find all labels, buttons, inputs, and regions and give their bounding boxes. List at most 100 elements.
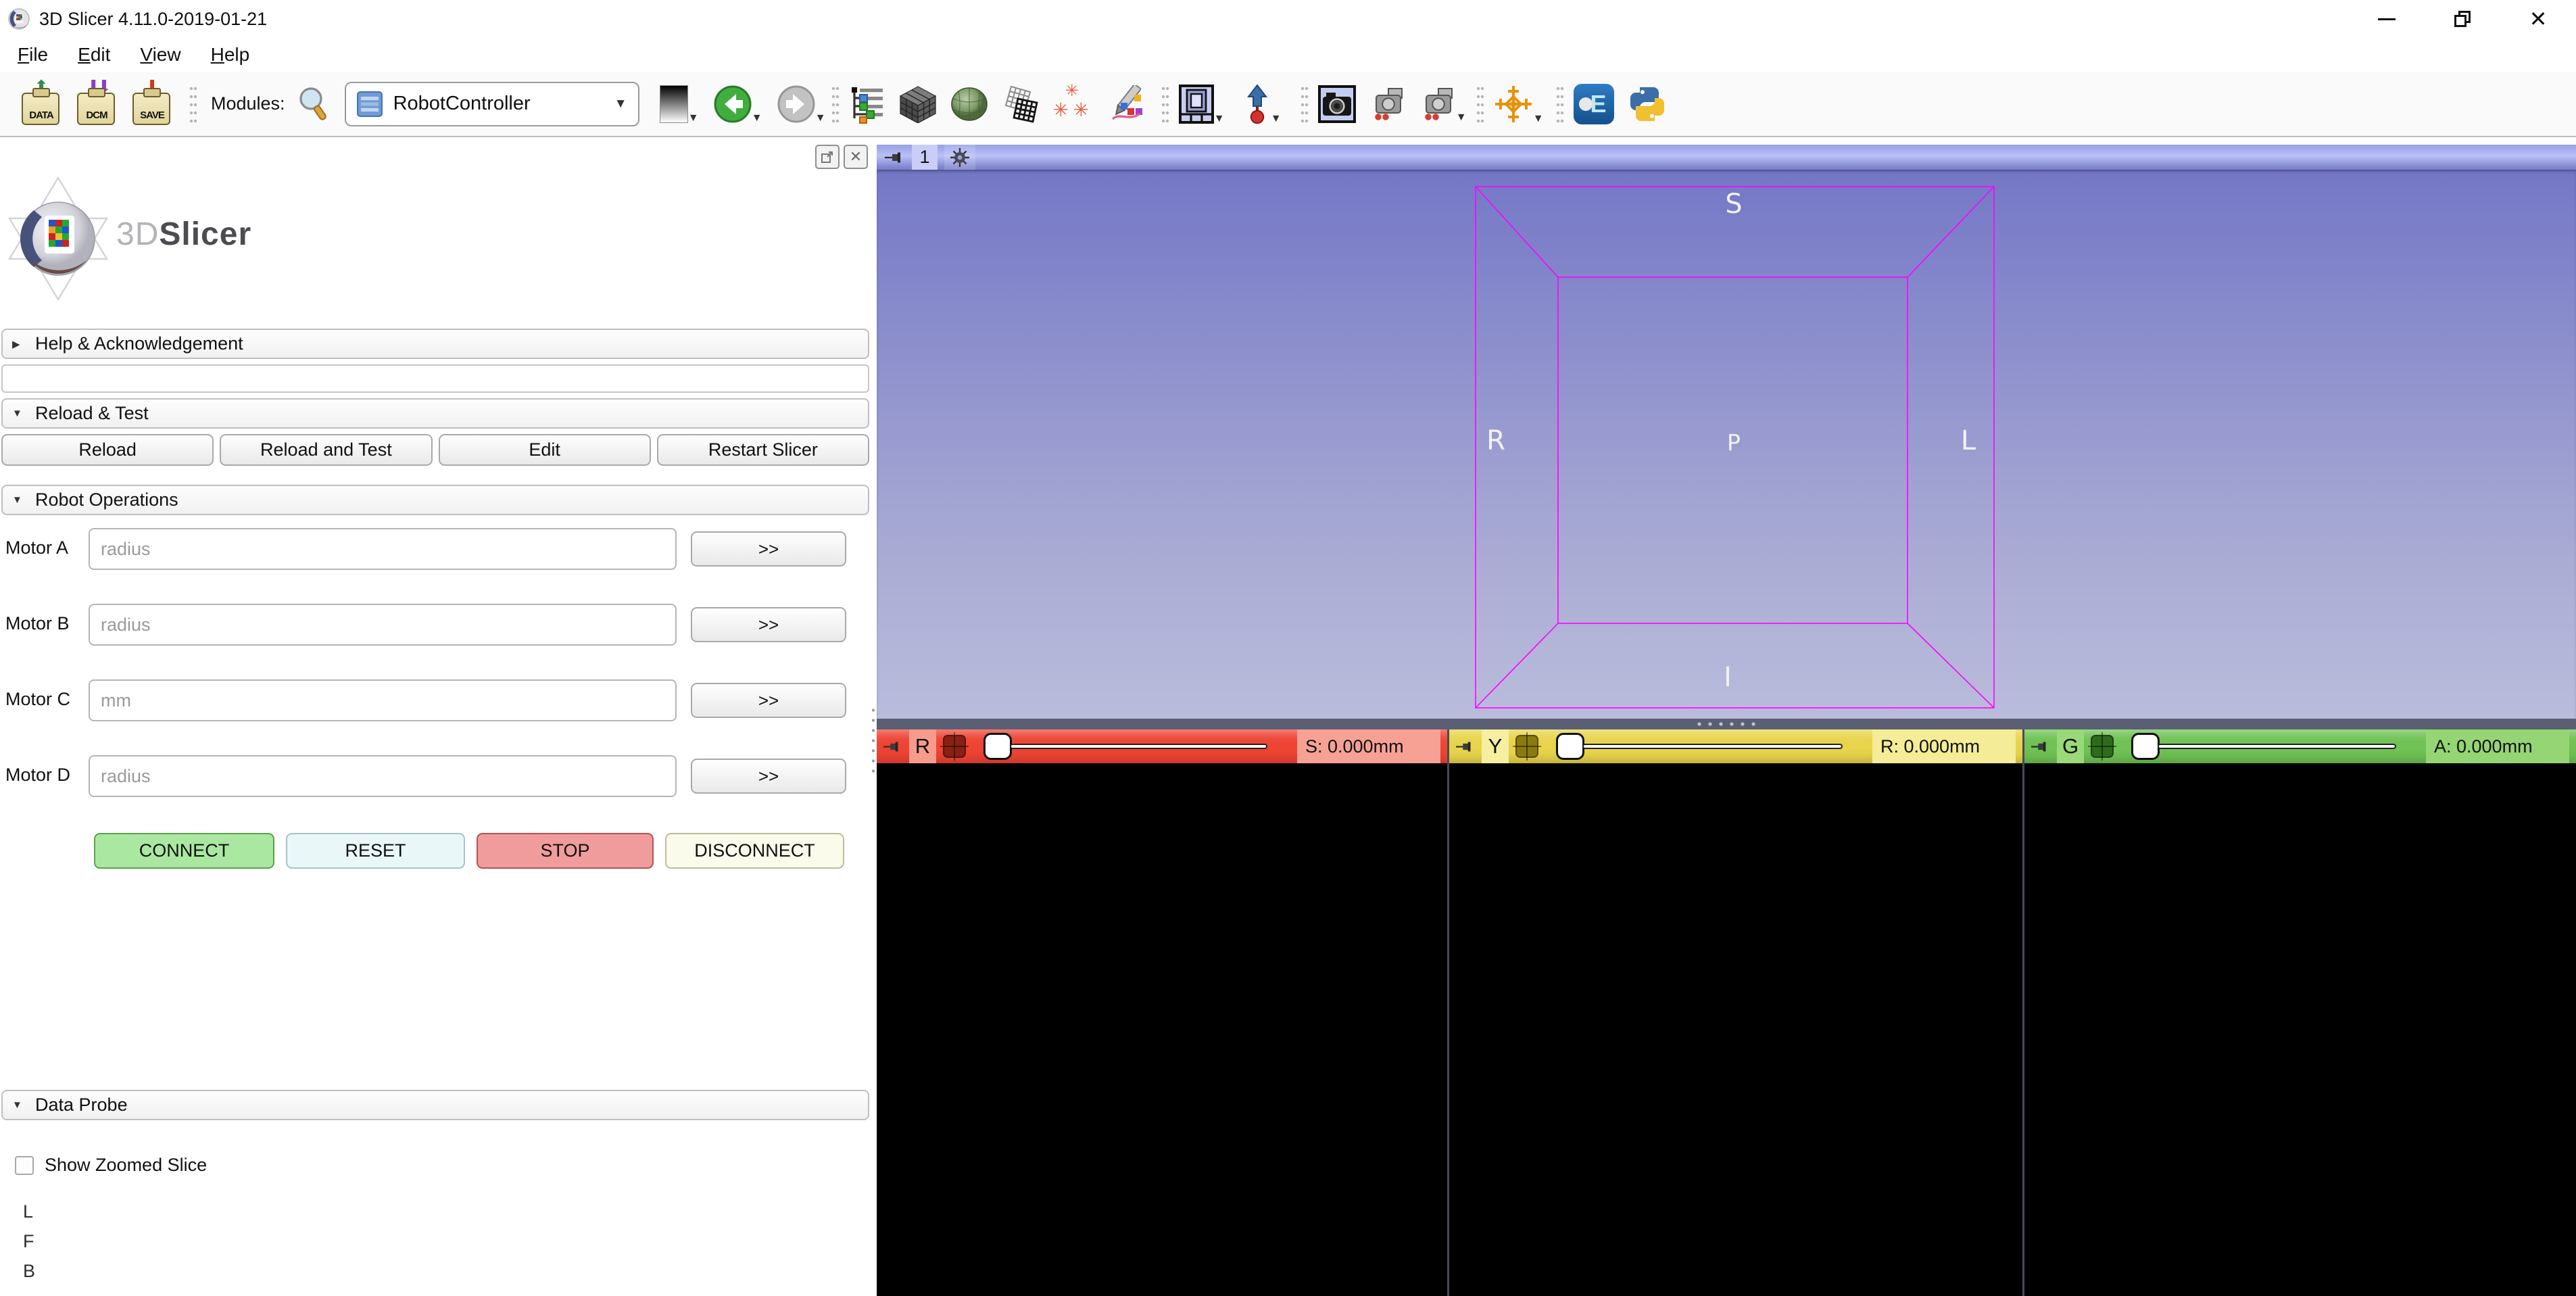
load-data-button[interactable]: ⬆ DATA xyxy=(20,82,62,126)
pin-icon[interactable] xyxy=(2031,741,2050,752)
slice-offset-slider-red[interactable] xyxy=(983,733,1290,760)
minimize-button[interactable] xyxy=(2349,0,2425,38)
toolbar-separator xyxy=(1476,83,1484,125)
motor-c-send-button[interactable]: >> xyxy=(691,683,846,718)
layout-selector-button[interactable]: ▼ xyxy=(1179,85,1214,124)
reload-and-test-button[interactable]: Reload and Test xyxy=(220,434,432,466)
subject-hierarchy-button[interactable] xyxy=(849,85,885,124)
panel-splitter[interactable] xyxy=(871,139,877,1296)
module-selector-value: RobotController xyxy=(393,93,531,115)
models-module-button[interactable] xyxy=(950,87,988,122)
transforms-module-button[interactable] xyxy=(1002,85,1040,123)
markups-module-button[interactable] xyxy=(1107,85,1145,123)
section-help-acknowledgement[interactable]: ▶ Help & Acknowledgement xyxy=(1,329,869,359)
view3d-options-button[interactable] xyxy=(944,145,975,170)
slicer-logo-text: 3DSlicer xyxy=(116,216,251,253)
screenshot-button[interactable] xyxy=(1318,85,1356,123)
module-search-button[interactable] xyxy=(296,85,331,123)
mouse-mode-button[interactable]: ▼ xyxy=(1244,85,1271,124)
motor-d-send-button[interactable]: >> xyxy=(691,759,846,794)
motor-b-send-button[interactable]: >> xyxy=(691,607,846,642)
section-reload-test[interactable]: ▼ Reload & Test xyxy=(1,398,869,429)
slider-track[interactable] xyxy=(1010,744,1267,749)
transforms-icon xyxy=(1002,85,1040,123)
collapse-open-icon: ▼ xyxy=(12,1099,35,1111)
view3d-header-bar: 1 xyxy=(877,145,2576,170)
slider-handle[interactable] xyxy=(983,733,1012,760)
module-back-button[interactable]: ▼ xyxy=(714,85,752,123)
close-button[interactable]: ✕ xyxy=(2500,0,2576,38)
motor-a-send-button[interactable]: >> xyxy=(691,531,846,567)
slice-visibility-icon[interactable] xyxy=(1515,735,1538,758)
collapse-open-icon: ▼ xyxy=(12,494,35,506)
extensions-manager-button[interactable]: E xyxy=(1574,84,1614,124)
menu-edit[interactable]: Edit xyxy=(78,44,110,66)
edit-button[interactable]: Edit xyxy=(439,434,651,466)
slice-visibility-icon[interactable] xyxy=(943,735,966,758)
slider-track[interactable] xyxy=(2158,744,2396,749)
slice-view-green: G A: 0.000mm xyxy=(2022,729,2576,1296)
menu-help[interactable]: Help xyxy=(211,44,250,66)
motor-a-row: Motor A >> xyxy=(0,528,871,570)
show-zoomed-slice-row: Show Zoomed Slice xyxy=(15,1155,207,1176)
slider-handle[interactable] xyxy=(1556,733,1584,760)
view3d-viewport[interactable]: S R P L I xyxy=(877,170,2576,719)
annotations-module-button[interactable]: ✳ ✳ ✳ xyxy=(1053,84,1094,124)
slice-visibility-icon[interactable] xyxy=(2091,735,2114,758)
crosshair-button[interactable]: ▼ xyxy=(1494,85,1533,124)
slider-handle[interactable] xyxy=(2131,733,2160,760)
save-button[interactable]: ⬇ SAVE xyxy=(131,82,173,126)
motor-d-input[interactable] xyxy=(89,755,677,797)
history-dropdown-icon: ▼ xyxy=(688,112,699,124)
reload-button[interactable]: Reload xyxy=(1,434,214,466)
minimize-icon xyxy=(2378,18,2396,20)
slice-letter-red[interactable]: R xyxy=(909,729,936,763)
scene-view-camera-icon xyxy=(1369,86,1406,122)
restart-slicer-button[interactable]: Restart Slicer xyxy=(657,434,869,466)
modules-label: Modules: xyxy=(211,93,285,114)
pin-icon[interactable] xyxy=(885,151,905,164)
slice-viewport-red[interactable] xyxy=(877,763,1447,1296)
dicom-button[interactable]: ⬇⬇ DCM xyxy=(76,82,118,126)
reset-button[interactable]: RESET xyxy=(286,833,465,869)
stop-button[interactable]: STOP xyxy=(477,833,654,869)
slice-letter-green[interactable]: G xyxy=(2057,729,2084,763)
menu-bar: File Edit View Help xyxy=(0,38,2576,72)
scene-view-restore-button[interactable]: ▼ xyxy=(1419,86,1456,122)
slice-letter-yellow[interactable]: Y xyxy=(1482,729,1509,763)
slice-offset-value-red: S: 0.000mm xyxy=(1297,729,1440,763)
forward-icon xyxy=(777,85,815,123)
view3d-tab[interactable]: 1 xyxy=(912,145,938,170)
show-zoomed-slice-checkbox[interactable] xyxy=(15,1156,34,1175)
restore-button[interactable] xyxy=(2425,0,2500,38)
pin-icon[interactable] xyxy=(883,741,902,752)
python-console-button[interactable] xyxy=(1628,85,1667,124)
slice-viewport-green[interactable] xyxy=(2024,763,2576,1296)
view-splitter[interactable] xyxy=(877,719,2576,729)
module-forward-button[interactable]: ▼ xyxy=(777,85,815,123)
slice-offset-slider-green[interactable] xyxy=(2131,733,2419,760)
slider-track[interactable] xyxy=(1582,744,1843,749)
panel-close-button[interactable]: ✕ xyxy=(844,145,868,169)
scene-view-capture-button[interactable] xyxy=(1369,86,1406,122)
pin-icon[interactable] xyxy=(1456,741,1475,752)
section-robot-operations[interactable]: ▼ Robot Operations xyxy=(1,485,869,515)
slice-viewport-yellow[interactable] xyxy=(1449,763,2022,1296)
motor-c-input[interactable] xyxy=(89,679,677,721)
menu-file[interactable]: File xyxy=(18,44,48,66)
panel-popout-button[interactable] xyxy=(815,145,840,169)
orientation-label-posterior: P xyxy=(1710,429,1757,456)
motor-b-input[interactable] xyxy=(89,604,677,646)
connect-button[interactable]: CONNECT xyxy=(94,833,274,869)
slice-view-yellow: Y R: 0.000mm xyxy=(1447,729,2022,1296)
subject-hierarchy-icon xyxy=(849,85,885,124)
module-selector[interactable]: RobotController ▼ xyxy=(345,82,639,126)
module-history-button[interactable]: ▼ xyxy=(660,85,688,123)
motor-a-input[interactable] xyxy=(89,528,677,570)
volumes-module-button[interactable] xyxy=(899,85,937,123)
menu-view[interactable]: View xyxy=(140,44,180,66)
slice-offset-slider-yellow[interactable] xyxy=(1556,733,1866,760)
disconnect-button[interactable]: DISCONNECT xyxy=(665,833,844,869)
section-data-probe[interactable]: ▼ Data Probe xyxy=(1,1090,869,1120)
probe-row-l: L xyxy=(23,1201,33,1222)
